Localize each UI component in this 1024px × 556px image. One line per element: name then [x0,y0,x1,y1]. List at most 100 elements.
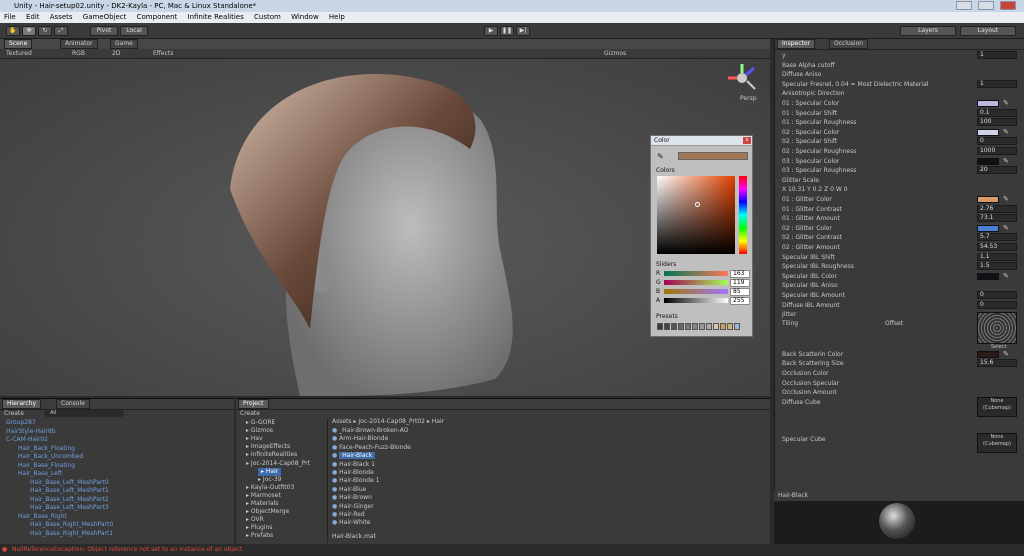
pause-icon[interactable]: ❚❚ [500,26,514,36]
preset-swatch[interactable] [720,323,726,330]
asset-item[interactable]: ● Hair-Blonde 1 [332,477,380,485]
scale-tool-icon[interactable]: ⤢ [54,26,68,36]
slider-r-value[interactable]: 163 [730,270,750,278]
maximize-button[interactable] [978,1,994,10]
eyedropper-icon[interactable]: ✎ [1003,128,1009,136]
saturation-value-square[interactable] [657,176,735,254]
asset-item[interactable]: ● Hair-Blonde [332,469,374,477]
hierarchy-item[interactable]: Hair_Base_Right_MeshPart1 [30,530,113,538]
tab-console[interactable]: Console [56,399,90,409]
tab-animator[interactable]: Animator [60,39,98,49]
value-field[interactable]: 15.6 [977,359,1017,368]
hierarchy-create-button[interactable]: Create [4,410,24,417]
preset-swatch[interactable] [685,323,691,330]
asset-item[interactable]: ● Face-Peach-Fuzz-Blonde [332,444,411,452]
2d-toggle[interactable]: 2D [112,49,120,59]
effects-dropdown[interactable]: Effects [153,49,173,59]
menu-assets[interactable]: Assets [50,13,73,21]
eyedropper-icon[interactable]: ✎ [1003,157,1009,165]
slider-b-value[interactable]: 85 [730,288,750,296]
asset-item[interactable]: ● Hair-Black [332,452,376,460]
folder-item[interactable]: ▸ Hav [246,435,263,443]
tab-hierarchy[interactable]: Hierarchy [2,399,42,409]
hierarchy-item[interactable]: Hair_Base_Left [18,470,62,478]
slider-r[interactable] [664,271,728,276]
hierarchy-item[interactable]: HairStyle-Hair8b [6,428,56,436]
folder-item[interactable]: ▸ Joc-39 [258,476,281,484]
persp-label[interactable]: Persp [740,95,757,102]
eyedropper-icon[interactable]: ✎ [1003,272,1009,280]
asset-item[interactable]: ● Arm-Hair-Blonde [332,435,388,443]
step-icon[interactable]: ▶| [516,26,530,36]
render-mode-dropdown[interactable]: RGB [72,49,85,59]
play-icon[interactable]: ▶ [484,26,498,36]
menu-file[interactable]: File [4,13,16,21]
asset-item[interactable]: ● _Hair-Brown-Broken-AO [332,427,408,435]
hue-strip[interactable] [739,176,747,254]
hierarchy-item[interactable]: Hair_Base_Floating [18,462,75,470]
folder-item[interactable]: ▸ Hair [258,467,282,476]
slider-a[interactable] [664,298,728,303]
value-field[interactable]: 0.1 [977,108,1017,117]
layers-dropdown[interactable]: Layers [900,26,956,36]
color-cursor[interactable] [695,202,700,207]
project-create-button[interactable]: Create [240,410,260,417]
asset-item[interactable]: ● Hair-Blue [332,486,366,494]
menu-help[interactable]: Help [329,13,345,21]
preset-swatch[interactable] [671,323,677,330]
value-field[interactable]: 1 [977,51,1017,59]
preset-swatch[interactable] [713,323,719,330]
close-button[interactable] [1000,1,1016,10]
asset-item[interactable]: ● Hair-White [332,519,370,527]
asset-item[interactable]: ● Hair-Black 1 [332,461,375,469]
preset-swatch[interactable] [657,323,663,330]
menu-infinite-realities[interactable]: Infinite Realities [188,13,244,21]
preset-swatch[interactable] [699,323,705,330]
hierarchy-item[interactable]: Hair_Base_Left_MeshPart2 [30,496,109,504]
eyedropper-icon[interactable]: ✎ [1003,350,1009,358]
menu-component[interactable]: Component [137,13,178,21]
color-field[interactable] [977,224,999,232]
value-field[interactable]: 1.5 [977,262,1017,271]
preview-sphere[interactable] [879,503,915,539]
folder-item[interactable]: ▸ Marmoset [246,492,281,500]
hierarchy-item[interactable]: Hair_Base_Left_MeshPart0 [30,479,109,487]
preset-swatch[interactable] [664,323,670,330]
folder-item[interactable]: ▸ Prefabs [246,532,273,540]
close-icon[interactable]: x [743,137,751,144]
move-tool-icon[interactable]: ✥ [22,26,36,36]
hierarchy-search-input[interactable]: All [44,410,124,417]
asset-item[interactable]: ● Hair-Brown [332,494,372,502]
shading-mode-dropdown[interactable]: Textured [6,49,32,59]
folder-item[interactable]: ▸ G-GORE [246,419,275,427]
value-field[interactable]: 73.1 [977,214,1017,223]
breadcrumb[interactable]: Assets ▸ Joc-2014-Cap08_Prt02 ▸ Hair [332,418,444,425]
slider-a-value[interactable]: 255 [730,297,750,305]
pivot-button[interactable]: Pivot [90,26,118,36]
menu-custom[interactable]: Custom [254,13,281,21]
value-field[interactable]: 1000 [977,147,1017,155]
color-field[interactable] [977,272,999,280]
hierarchy-item[interactable]: Hair_Back_Uncombed [18,453,83,461]
slider-b[interactable] [664,289,728,294]
value-field[interactable]: 1 [977,79,1017,88]
hierarchy-item[interactable]: Hair_Base_Right [18,513,67,521]
local-button[interactable]: Local [120,26,148,36]
eyedropper-icon[interactable]: ✎ [657,152,664,161]
menu-gameobject[interactable]: GameObject [83,13,127,21]
value-field[interactable]: 20 [977,166,1017,175]
cubemap-slot[interactable]: None (Cubemap) [977,397,1017,418]
texture-slot[interactable] [977,311,1017,344]
value-field[interactable]: 1.1 [977,252,1017,261]
preset-swatch[interactable] [706,323,712,330]
preset-swatch[interactable] [734,323,740,330]
color-field[interactable] [977,196,999,203]
asset-item[interactable]: ● Hair-Ginger [332,503,374,511]
orientation-gizmo[interactable] [727,63,757,95]
slider-g-value[interactable]: 119 [730,279,750,287]
preset-swatch[interactable] [692,323,698,330]
menu-edit[interactable]: Edit [26,13,40,21]
folder-item[interactable]: ▸ Joc-2014-Cap08_Prt [246,460,310,468]
hand-tool-icon[interactable]: ✋ [6,26,20,36]
tab-occlusion[interactable]: Occlusion [829,39,869,49]
